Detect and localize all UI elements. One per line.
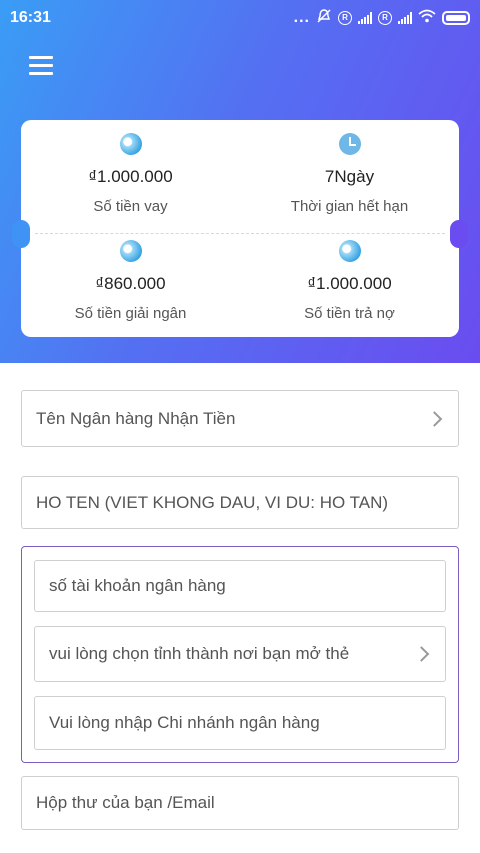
signal-icon xyxy=(398,11,412,24)
term-value: 7Ngày xyxy=(324,167,375,186)
sim-1-icon: R xyxy=(338,10,352,25)
clock-icon xyxy=(338,133,361,155)
term-label: Thời gian hết hạn xyxy=(290,198,409,215)
disbursed-amount-value: ₫860.000 xyxy=(95,274,166,293)
coin-icon xyxy=(119,133,142,155)
repay-amount-cell: ₫1.000.000 Số tiền trả nợ xyxy=(240,240,459,322)
coin-icon xyxy=(338,240,361,262)
disbursed-amount-label: Số tiền giải ngân xyxy=(74,305,187,322)
branch-placeholder: Vui lòng nhập Chi nhánh ngân hàng xyxy=(49,713,320,732)
disbursed-amount-cell: ₫860.000 Số tiền giải ngân xyxy=(21,240,240,322)
chevron-right-icon xyxy=(426,410,443,427)
wifi-icon xyxy=(418,9,436,26)
bank-account-group: số tài khoản ngân hàng vui lòng chọn tỉn… xyxy=(21,546,459,763)
loan-amount-value: ₫1.000.000 xyxy=(88,167,173,186)
status-time: 16:31 xyxy=(10,9,51,26)
bank-select-label: Tên Ngân hàng Nhận Tiền xyxy=(36,408,236,428)
branch-input[interactable]: Vui lòng nhập Chi nhánh ngân hàng xyxy=(34,696,446,750)
loan-amount-label: Số tiền vay xyxy=(93,198,168,215)
province-select[interactable]: vui lòng chọn tỉnh thành nơi bạn mở thẻ xyxy=(34,626,446,682)
status-icons: ... R R xyxy=(294,8,470,27)
notification-dots: ... xyxy=(293,8,310,26)
repay-amount-label: Số tiền trả nợ xyxy=(304,305,395,322)
account-number-input[interactable]: số tài khoản ngân hàng xyxy=(34,560,446,612)
signal-icon xyxy=(358,11,372,24)
hamburger-icon[interactable] xyxy=(29,56,53,76)
email-placeholder: Hộp thư của bạn /Email xyxy=(36,793,215,812)
bank-select[interactable]: Tên Ngân hàng Nhận Tiền xyxy=(21,390,459,447)
loan-summary-card: ₫1.000.000 Số tiền vay 7Ngày Thời gian h… xyxy=(12,120,468,337)
card-divider xyxy=(35,233,445,234)
email-input[interactable]: Hộp thư của bạn /Email xyxy=(21,776,459,830)
alarm-off-icon xyxy=(316,8,332,27)
sim-2-icon: R xyxy=(378,10,392,25)
repay-amount-value: ₫1.000.000 xyxy=(307,274,392,293)
loan-amount-cell: ₫1.000.000 Số tiền vay xyxy=(21,133,240,215)
full-name-placeholder: HO TEN (VIET KHONG DAU, VI DU: HO TAN) xyxy=(36,492,389,512)
battery-icon xyxy=(442,10,470,25)
full-name-input[interactable]: HO TEN (VIET KHONG DAU, VI DU: HO TAN) xyxy=(21,476,459,529)
coin-icon xyxy=(119,240,142,262)
account-number-placeholder: số tài khoản ngân hàng xyxy=(49,576,226,595)
province-select-label: vui lòng chọn tỉnh thành nơi bạn mở thẻ xyxy=(49,644,350,663)
term-cell: 7Ngày Thời gian hết hạn xyxy=(240,133,459,215)
chevron-right-icon xyxy=(413,646,430,662)
status-bar: 16:31 ... R R xyxy=(0,0,480,36)
